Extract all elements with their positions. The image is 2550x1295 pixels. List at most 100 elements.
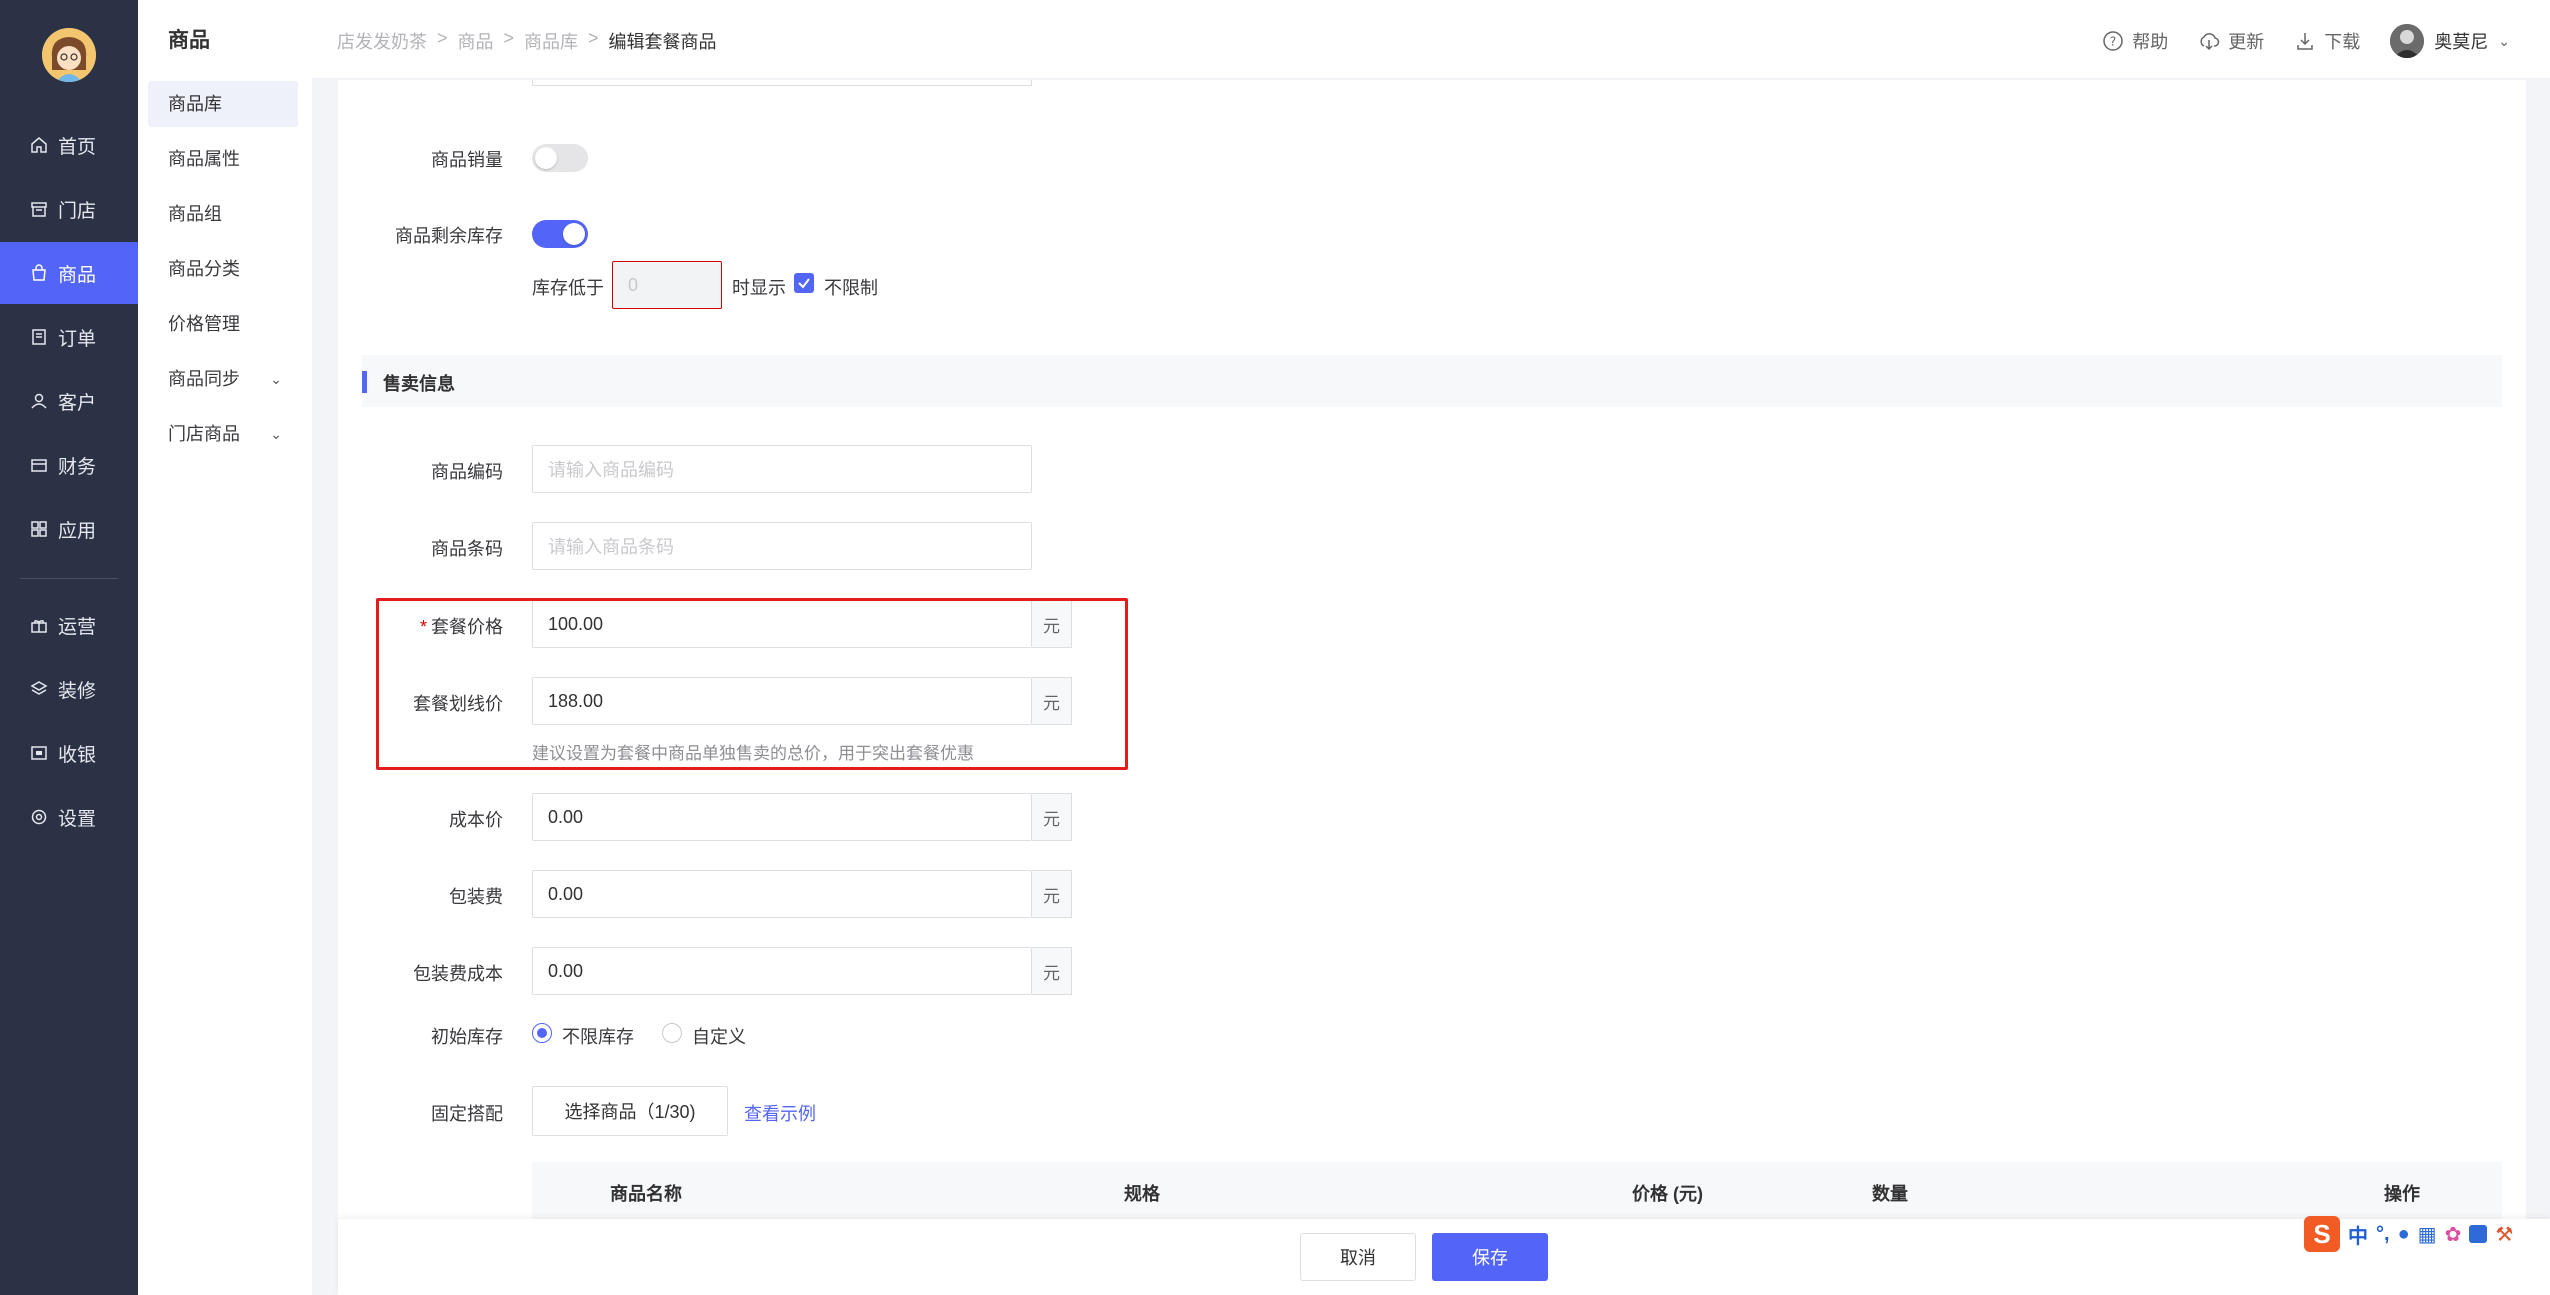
strike-price-input[interactable]: 188.00 <box>532 677 1032 725</box>
subnav-item-sync[interactable]: 商品同步 ⌄ <box>148 356 298 402</box>
fixed-combo-label: 固定搭配 <box>431 1104 503 1124</box>
stock-remaining-switch[interactable] <box>532 220 588 248</box>
wrench-icon[interactable]: ⚒ <box>2495 1222 2513 1247</box>
cloud-download-icon <box>2200 33 2220 51</box>
stock-show-label: 时显示 <box>732 278 786 298</box>
radio-unlimited-stock[interactable] <box>532 1023 552 1043</box>
save-button[interactable]: 保存 <box>1432 1233 1548 1281</box>
cost-input[interactable]: 0.00 <box>532 793 1032 841</box>
keyboard-icon[interactable]: ▦ <box>2418 1222 2437 1247</box>
strike-price-unit: 元 <box>1032 677 1072 725</box>
column-header-price: 价格 (元) <box>1632 1184 1703 1204</box>
pack-cost-label: 包装费成本 <box>413 964 503 984</box>
help-icon: ? <box>2103 31 2124 51</box>
cost-label: 成本价 <box>449 810 503 830</box>
breadcrumb-item[interactable]: 商品库 <box>524 28 578 54</box>
pack-fee-input[interactable]: 0.00 <box>532 870 1032 918</box>
price-label: * 套餐价格 <box>419 617 503 637</box>
chevron-down-icon: ⌄ <box>270 426 282 442</box>
subnav-item-groups[interactable]: 商品组 <box>148 191 298 237</box>
subnav-item-library[interactable]: 商品库 <box>148 81 298 127</box>
pack-fee-unit: 元 <box>1032 870 1072 918</box>
switch-knob <box>535 147 557 169</box>
sales-volume-label: 商品销量 <box>431 150 503 170</box>
breadcrumb-item[interactable]: 店发发奶茶 <box>337 28 427 54</box>
nav-item-settings[interactable]: 设置 <box>0 786 138 848</box>
svg-text:?: ? <box>2110 35 2116 49</box>
nav-item-operation[interactable]: 运营 <box>0 594 138 656</box>
ime-toolbar[interactable]: S 中 °, ● ▦ ✿ ⚒ <box>2304 1214 2550 1254</box>
breadcrumb-current: 编辑套餐商品 <box>608 32 717 52</box>
scrolled-input-edge <box>532 80 1032 86</box>
ime-punct[interactable]: °, <box>2376 1223 2390 1246</box>
download-icon <box>2297 33 2314 50</box>
select-goods-button[interactable]: 选择商品（1/30) <box>532 1086 728 1136</box>
order-icon <box>30 328 48 346</box>
toolbox-icon[interactable] <box>2469 1225 2488 1243</box>
layers-icon <box>30 680 48 698</box>
pack-cost-input[interactable]: 0.00 <box>532 947 1032 995</box>
main-nav: 首页 门店 商品 订单 客户 财务 应用 运营 装修 收银 设置 <box>0 0 138 1295</box>
unlimited-checkbox[interactable] <box>794 273 814 293</box>
strike-price-label: 套餐划线价 <box>413 694 503 714</box>
nav-divider <box>20 578 118 579</box>
required-mark: * <box>419 617 427 637</box>
nav-item-goods[interactable]: 商品 <box>0 242 138 304</box>
bag-icon <box>30 264 48 282</box>
avatar[interactable] <box>42 28 96 82</box>
sogou-logo-icon: S <box>2304 1216 2340 1252</box>
cancel-button[interactable]: 取消 <box>1300 1233 1416 1281</box>
nav-item-store[interactable]: 门店 <box>0 178 138 240</box>
nav-item-home[interactable]: 首页 <box>0 114 138 176</box>
download-button[interactable]: 下载 <box>2294 28 2360 54</box>
radio-custom-stock[interactable] <box>662 1023 682 1043</box>
init-stock-label: 初始库存 <box>431 1027 503 1047</box>
breadcrumb-item[interactable]: 商品 <box>458 28 494 54</box>
stock-below-label: 库存低于 <box>532 278 604 298</box>
subnav-item-store-goods[interactable]: 门店商品 ⌄ <box>148 411 298 457</box>
column-header-spec: 规格 <box>1124 1184 1160 1204</box>
view-example-link[interactable]: 查看示例 <box>744 1100 816 1126</box>
nav-item-cashier[interactable]: 收银 <box>0 722 138 784</box>
toolbar: ? 帮助 更新 下载 奥莫尼 ⌄ <box>2102 24 2510 58</box>
check-icon <box>798 278 810 289</box>
update-button[interactable]: 更新 <box>2198 28 2264 54</box>
subnav-item-price[interactable]: 价格管理 <box>148 301 298 347</box>
code-label: 商品编码 <box>431 462 503 482</box>
skin-icon[interactable]: ✿ <box>2445 1222 2462 1247</box>
stock-threshold-input[interactable]: 0 <box>612 261 722 309</box>
breadcrumb-separator: > <box>503 28 515 48</box>
footer-actions: 取消 保存 <box>338 1219 2550 1295</box>
subnav-item-attributes[interactable]: 商品属性 <box>148 136 298 182</box>
nav-item-finance[interactable]: 财务 <box>0 434 138 496</box>
breadcrumb-separator: > <box>437 28 448 48</box>
radio-custom-stock-label[interactable]: 自定义 <box>692 1023 746 1049</box>
nav-item-customer[interactable]: 客户 <box>0 370 138 432</box>
store-icon <box>30 200 48 218</box>
user-icon <box>30 392 48 410</box>
subnav-item-categories[interactable]: 商品分类 <box>148 246 298 292</box>
help-button[interactable]: ? 帮助 <box>2102 28 2168 54</box>
user-menu[interactable]: 奥莫尼 ⌄ <box>2390 24 2510 58</box>
nav-item-order[interactable]: 订单 <box>0 306 138 368</box>
column-header-quantity: 数量 <box>1872 1184 1908 1204</box>
stock-remaining-label: 商品剩余库存 <box>395 226 503 246</box>
price-unit: 元 <box>1032 600 1072 648</box>
gear-icon <box>30 808 48 826</box>
form-panel: 商品销量 商品剩余库存 库存低于 0 时显示 不限制 售卖信息 商品编码 请输入… <box>338 80 2526 1295</box>
nav-item-decorate[interactable]: 装修 <box>0 658 138 720</box>
ime-mode[interactable]: 中 <box>2348 1220 2368 1249</box>
breadcrumb: 店发发奶茶 > 商品 > 商品库 > 编辑套餐商品 <box>337 28 717 54</box>
microphone-icon[interactable]: ● <box>2398 1223 2410 1246</box>
barcode-input[interactable]: 请输入商品条码 <box>532 522 1032 570</box>
price-input[interactable]: 100.00 <box>532 600 1032 648</box>
unlimited-label: 不限制 <box>824 278 878 298</box>
cashier-icon <box>30 744 48 762</box>
subnav-title: 商品 <box>168 29 210 52</box>
code-input[interactable]: 请输入商品编码 <box>532 445 1032 493</box>
cost-unit: 元 <box>1032 793 1072 841</box>
radio-unlimited-stock-label[interactable]: 不限库存 <box>562 1023 634 1049</box>
sales-volume-switch[interactable] <box>532 144 588 172</box>
section-title: 售卖信息 <box>383 374 455 394</box>
nav-item-apps[interactable]: 应用 <box>0 498 138 560</box>
